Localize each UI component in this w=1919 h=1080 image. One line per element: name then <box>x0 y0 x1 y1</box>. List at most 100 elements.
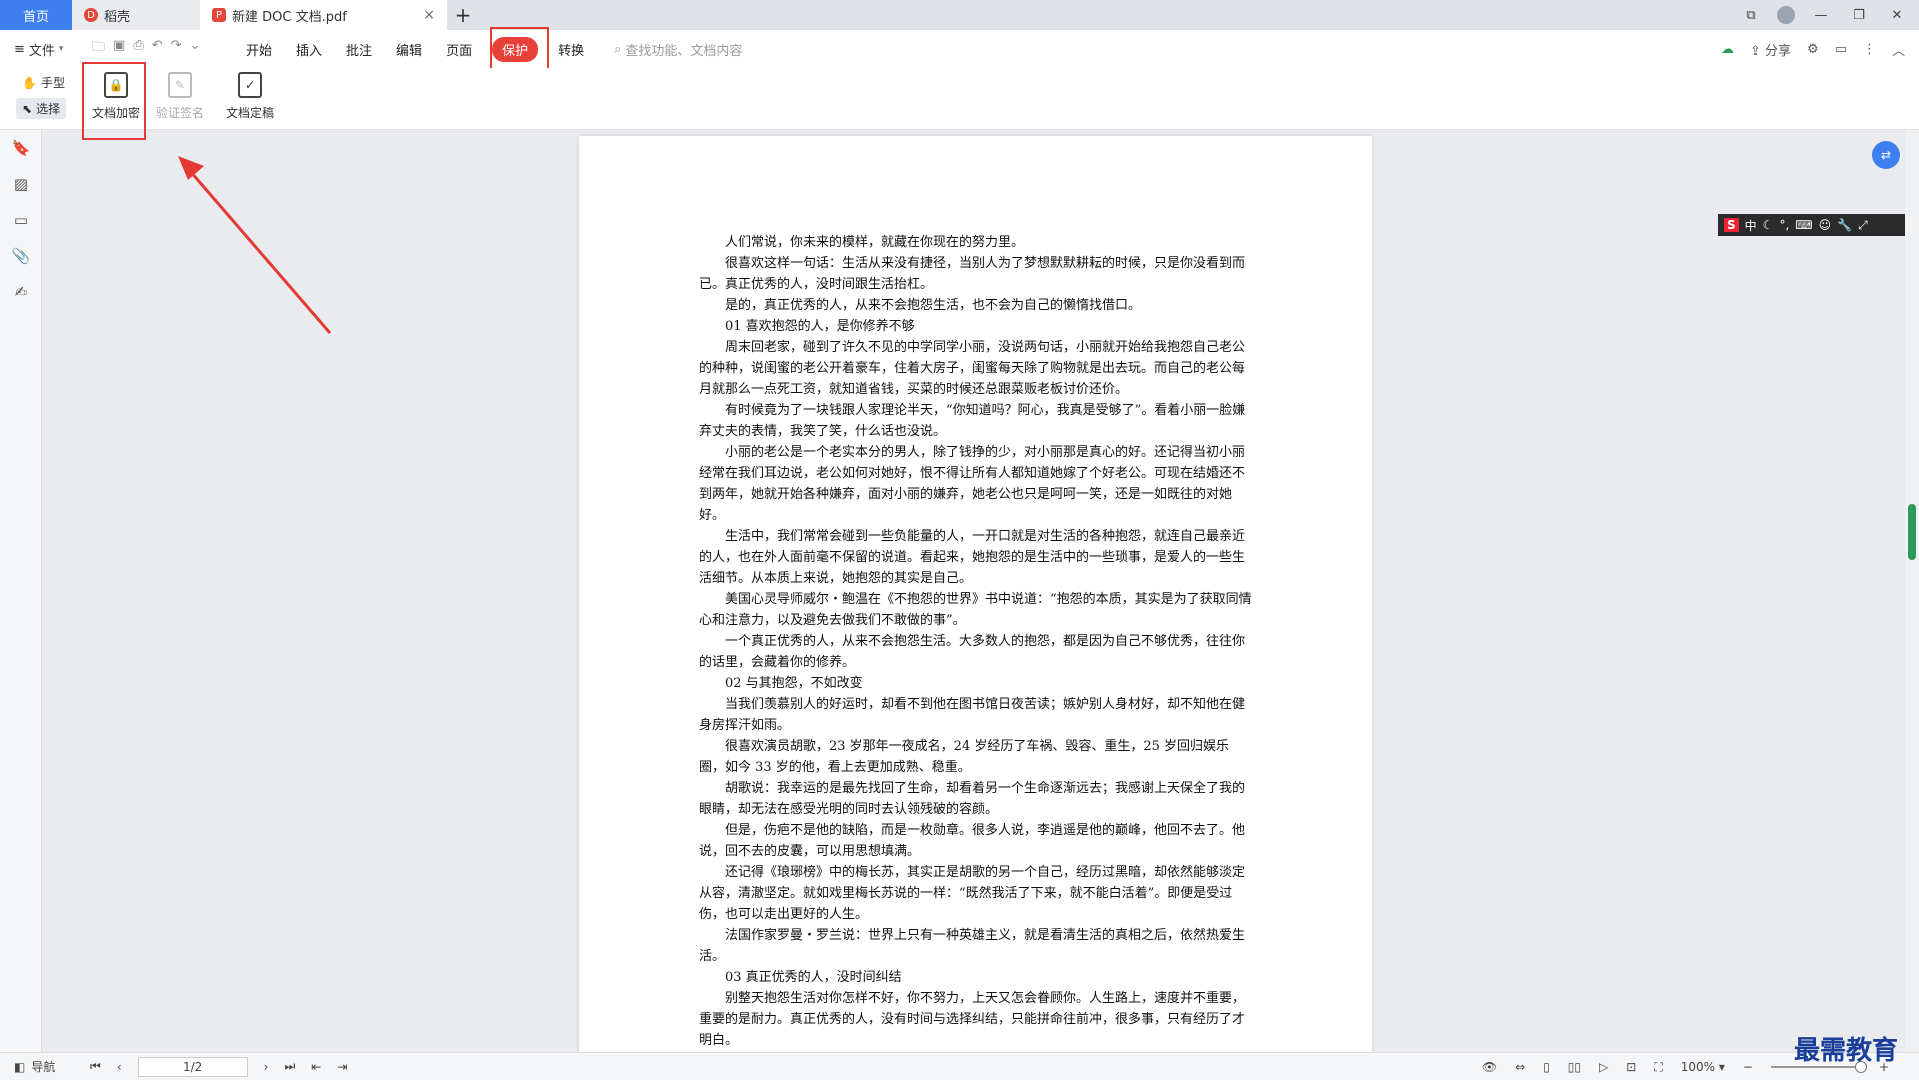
next-page-icon[interactable]: › <box>264 1060 269 1074</box>
paragraph: 别整天抱怨生活对你怎样不好，你不努力，上天又怎会眷顾你。人生路上，速度并不重要，… <box>699 991 1246 1048</box>
navigation-toggle[interactable]: ◧ 导航 <box>0 1058 82 1075</box>
tab-home[interactable]: 首页 <box>0 0 72 30</box>
actual-size-icon[interactable]: ⛶ <box>1654 1060 1662 1075</box>
expand-icon[interactable]: ⤢ <box>1858 218 1868 233</box>
signature-panel-icon[interactable]: ✍ <box>0 274 42 310</box>
prev-page-icon[interactable]: ‹ <box>117 1060 122 1074</box>
section-heading: 01 喜欢抱怨的人，是你修养不够 <box>725 319 915 334</box>
file-menu[interactable]: ≡ 文件 ▾ <box>0 40 82 59</box>
fit-width-icon[interactable]: ⇔ <box>1515 1060 1525 1074</box>
thumbnail-icon[interactable]: ▨ <box>0 166 42 202</box>
close-window-icon[interactable]: ✕ <box>1885 8 1909 23</box>
bookmark-icon[interactable]: 🔖 <box>0 130 42 166</box>
wrench-icon[interactable]: 🔧 <box>1837 218 1852 232</box>
settings-icon[interactable]: ⚙ <box>1807 42 1819 57</box>
search-box[interactable]: ⌕ 查找功能、文档内容 <box>614 40 742 59</box>
scrollbar-thumb[interactable] <box>1908 504 1916 560</box>
more-options-icon[interactable]: ⋮ <box>1863 42 1876 57</box>
fit-page-icon[interactable]: ⊡ <box>1626 1060 1636 1074</box>
redo-icon[interactable]: ↷ <box>171 38 182 60</box>
draft-logo-icon: D <box>84 8 98 22</box>
hand-icon: ✋ <box>22 75 37 90</box>
tab-document[interactable]: P 新建 DOC 文档.pdf × <box>200 0 447 30</box>
menu-bar: ≡ 文件 ▾ 🗀 ▣ ⎙ ↶ ↷ ⌄ 开始 插入 批注 编辑 页面 保护 转换 … <box>0 30 1919 68</box>
ime-toolbar: S 中 ☾ °, ⌨ ☺ 🔧 ⤢ <box>1718 214 1910 236</box>
menu-convert[interactable]: 转换 <box>546 40 596 59</box>
more-chevron-icon[interactable]: ⌄ <box>190 38 201 60</box>
minimize-icon[interactable]: — <box>1809 8 1833 23</box>
ime-language[interactable]: 中 <box>1745 217 1757 234</box>
punctuation-icon[interactable]: °, <box>1779 218 1789 232</box>
restore-icon[interactable]: ❐ <box>1847 8 1871 23</box>
right-toolbar: ☁ ⇪ 分享 ⚙ ▭ ⋮ ︿ <box>1721 30 1905 68</box>
chevron-down-icon: ▾ <box>58 44 64 54</box>
last-page-icon[interactable]: ⏭ <box>284 1059 295 1074</box>
user-icon[interactable]: ☺ <box>1819 218 1832 232</box>
zoom-out-icon[interactable]: − <box>1743 1060 1753 1074</box>
encrypt-highlight-box <box>82 62 146 140</box>
open-folder-icon[interactable]: 🗀 <box>92 38 105 60</box>
undo-icon[interactable]: ↶ <box>152 38 163 60</box>
menu-insert[interactable]: 插入 <box>284 40 334 59</box>
paragraph: 很喜欢这样一句话：生活从来没有捷径，当别人为了梦想默默耕耘的时候，只是你没看到而… <box>699 256 1246 292</box>
paragraph: 很喜欢演员胡歌，23 岁那年一夜成名，24 岁经历了车祸、毁容、重生，25 岁回… <box>699 739 1230 775</box>
page-text: 人们常说，你未来的模样，就藏在你现在的努力里。 很喜欢这样一句话：生活从来没有捷… <box>699 232 1254 1051</box>
paragraph: 当我们羡慕别人的好运时，却看不到他在图书馆日夜苦读；嫉妒别人身材好，却不知他在健… <box>699 697 1246 733</box>
double-page-icon[interactable]: ▯▯ <box>1568 1060 1581 1074</box>
menu-start[interactable]: 开始 <box>234 40 284 59</box>
back-icon[interactable]: ⇤ <box>311 1060 321 1074</box>
menu-comment[interactable]: 批注 <box>334 40 384 59</box>
multi-window-icon[interactable]: ⧉ <box>1739 8 1763 23</box>
moon-icon[interactable]: ☾ <box>1763 218 1774 232</box>
paragraph: 生活中，我们常常会碰到一些负能量的人，一开口就是对生活的各种抱怨，就连自己最亲近… <box>699 529 1246 586</box>
share-label: 分享 <box>1765 43 1792 59</box>
paragraph: 人们常说，你未来的模样，就藏在你现在的努力里。 <box>725 235 1025 250</box>
signature-pen-icon: ✎ <box>168 72 192 98</box>
save-icon[interactable]: ▣ <box>113 38 125 60</box>
paragraph: 但是，伤疤不是他的缺陷，而是一枚勋章。很多人说，李逍遥是他的巅峰，他回不去了。他… <box>699 823 1246 859</box>
quick-access-toolbar: 🗀 ▣ ⎙ ↶ ↷ ⌄ <box>82 38 234 60</box>
forward-icon[interactable]: ⇥ <box>337 1060 347 1074</box>
avatar[interactable] <box>1777 6 1795 24</box>
comment-icon[interactable]: ▭ <box>1835 42 1847 57</box>
left-sidebar: 🔖 ▨ ▭ 📎 ✍ <box>0 130 42 1052</box>
new-tab-button[interactable]: + <box>447 0 479 30</box>
zoom-value: 100% <box>1680 1060 1716 1074</box>
menu-edit[interactable]: 编辑 <box>384 40 434 59</box>
search-icon: ⌕ <box>614 41 622 57</box>
paragraph: 法国作家罗曼・罗兰说：世界上只有一种英雄主义，就是看清生活的真相之后，依然热爱生… <box>699 928 1246 964</box>
paragraph: 美国心灵导师威尔・鲍温在《不抱怨的世界》书中说道：“抱怨的本质，其实是为了获取同… <box>699 592 1252 628</box>
paragraph: 还记得《琅琊榜》中的梅长苏，其实正是胡歌的另一个自己，经历过黑暗，却依然能够淡定… <box>699 865 1246 922</box>
keyboard-icon[interactable]: ⌨ <box>1795 218 1812 232</box>
first-page-icon[interactable]: ⏮ <box>90 1059 101 1074</box>
section-heading: 03 真正优秀的人，没时间纠结 <box>725 970 902 985</box>
pdf-page: 人们常说，你未来的模样，就藏在你现在的努力里。 很喜欢这样一句话：生活从来没有捷… <box>579 136 1372 1052</box>
sidebar-toggle-icon: ◧ <box>14 1059 26 1074</box>
title-bar: 首页 D 稻壳 P 新建 DOC 文档.pdf × + ⧉ — ❐ ✕ <box>0 0 1919 30</box>
eye-protect-icon[interactable]: 👁 <box>1482 1060 1497 1074</box>
print-icon[interactable]: ⎙ <box>133 38 143 60</box>
navigation-label: 导航 <box>31 1060 56 1074</box>
hand-tool[interactable]: ✋ 手型 <box>16 72 71 93</box>
single-page-icon[interactable]: ▯ <box>1543 1060 1550 1074</box>
comments-panel-icon[interactable]: ▭ <box>0 202 42 238</box>
share-button[interactable]: ⇪ 分享 <box>1750 40 1791 59</box>
tab-draft[interactable]: D 稻壳 <box>72 0 200 30</box>
collapse-ribbon-icon[interactable]: ︿ <box>1892 40 1905 59</box>
annotation-arrow <box>178 156 332 334</box>
cloud-sync-icon[interactable]: ☁ <box>1721 42 1734 57</box>
section-heading: 02 与其抱怨，不如改变 <box>725 676 863 691</box>
play-icon[interactable]: ▷ <box>1599 1060 1608 1074</box>
attachment-icon[interactable]: 📎 <box>0 238 42 274</box>
zoom-level[interactable]: 100% ▾ <box>1681 1060 1725 1074</box>
close-tab-icon[interactable]: × <box>423 7 435 23</box>
menu-page[interactable]: 页面 <box>434 40 484 59</box>
select-tool[interactable]: ⬉ 选择 <box>16 98 67 119</box>
paragraph: 周末回老家，碰到了许久不见的中学同学小丽，没说两句话，小丽就开始给我抱怨自己老公… <box>699 340 1246 397</box>
floating-tool-button[interactable]: ⇄ <box>1872 141 1900 169</box>
vertical-scrollbar[interactable] <box>1905 130 1919 1052</box>
hand-tool-label: 手型 <box>40 76 65 90</box>
finalize-document-button[interactable]: ✓ 文档定稿 <box>218 72 282 121</box>
cursor-icon: ⬉ <box>22 101 33 116</box>
page-number-input[interactable]: 1/2 <box>137 1056 248 1077</box>
